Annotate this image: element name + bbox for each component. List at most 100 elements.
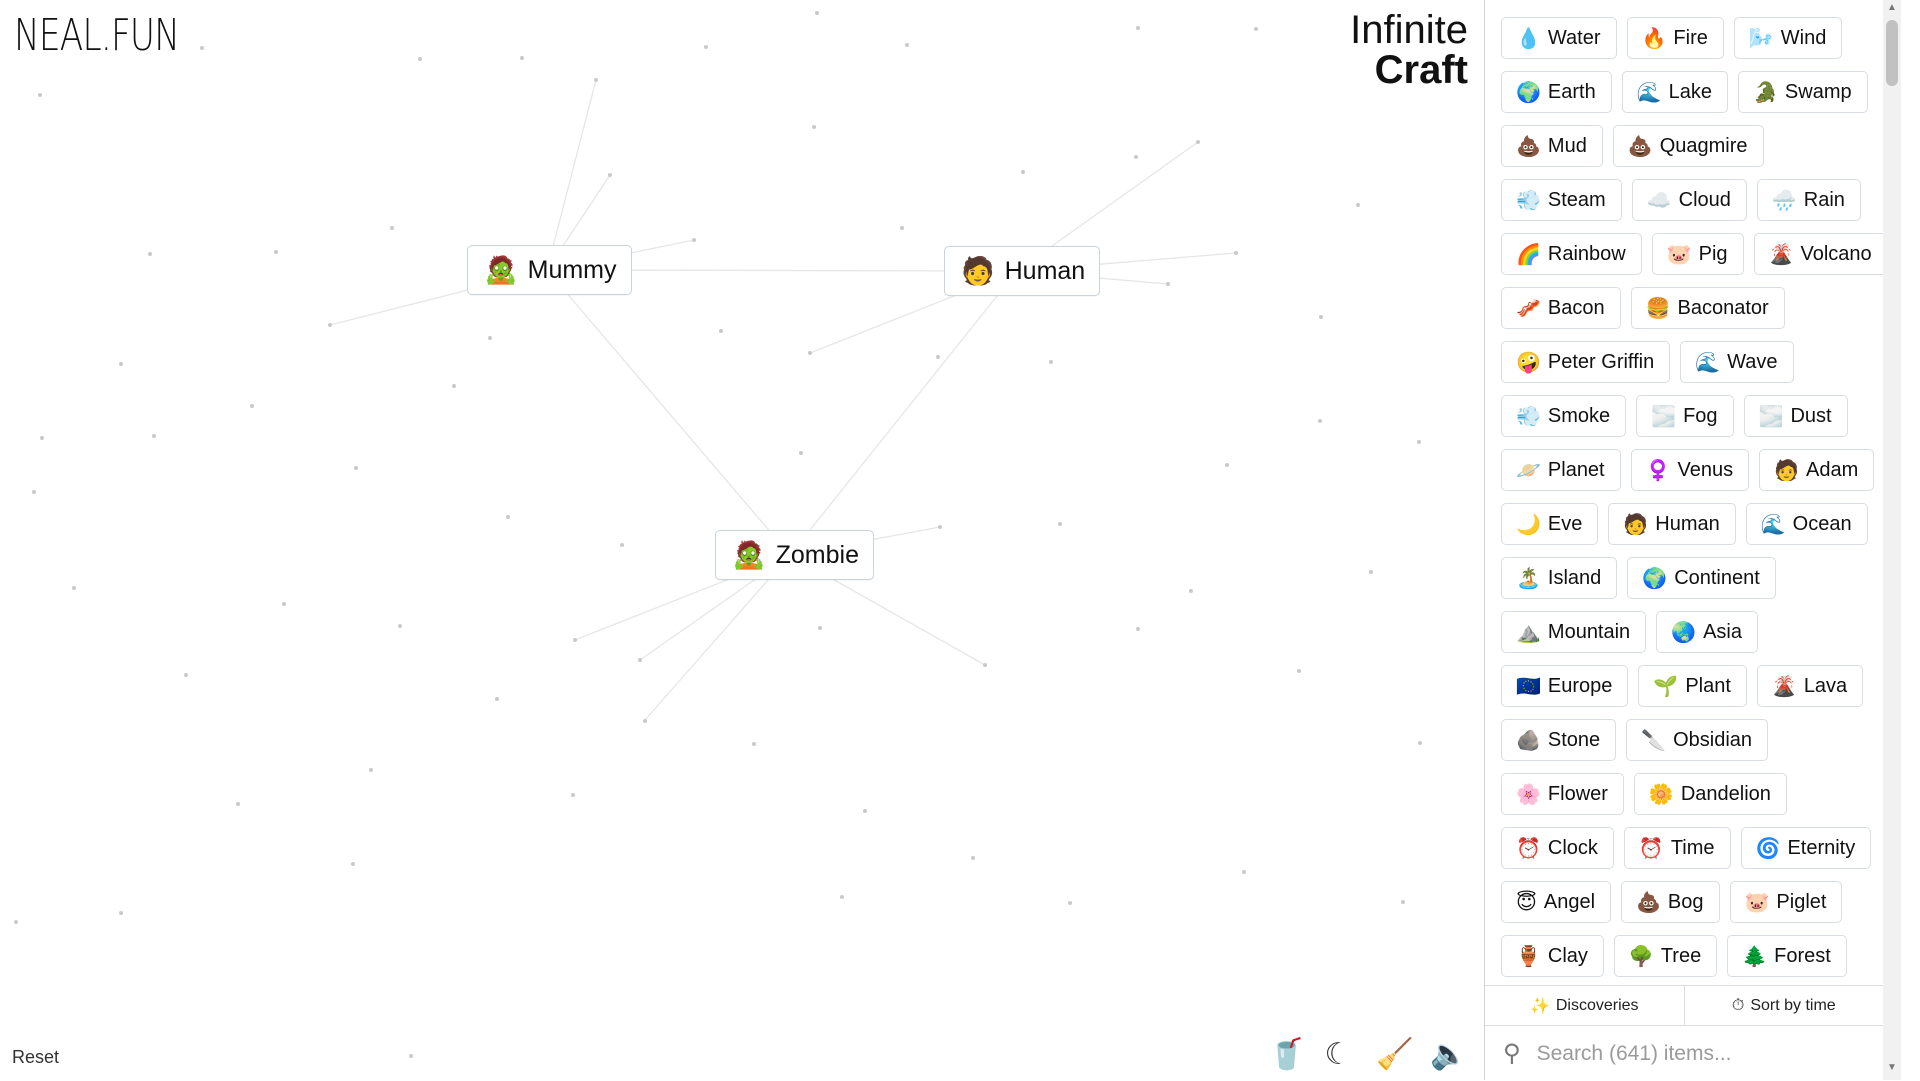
item-emoji-icon: 🌀 bbox=[1755, 837, 1781, 860]
items-sidebar: 💧 Water 🔥 Fire 🌬️ Wind 🌍 Earth 🌊 Lake 🐊 Swamp 💩 Mud 💩 Q… bbox=[1484, 0, 1901, 1080]
item-chip-obsidian[interactable]: 🔪 Obsidian bbox=[1626, 719, 1769, 761]
item-chip-rainbow[interactable]: 🌈 Rainbow bbox=[1501, 233, 1642, 275]
canvas-tile-human[interactable]: 🧑 Human bbox=[944, 246, 1101, 296]
item-chip-plant[interactable]: 🌱 Plant bbox=[1638, 665, 1747, 707]
item-chip-peter-griffin[interactable]: 🤪 Peter Griffin bbox=[1501, 341, 1671, 383]
item-chip-ocean[interactable]: 🌊 Ocean bbox=[1745, 503, 1868, 545]
item-chip-mountain[interactable]: ⛰️ Mountain bbox=[1501, 611, 1647, 653]
item-label: Eve bbox=[1547, 512, 1583, 535]
item-chip-clock[interactable]: ⏰ Clock bbox=[1501, 827, 1614, 869]
item-chip-wave[interactable]: 🌊 Wave bbox=[1680, 341, 1794, 383]
broom-icon[interactable]: 🧹 bbox=[1376, 1037, 1413, 1072]
item-label: Rainbow bbox=[1547, 242, 1626, 265]
craft-canvas[interactable]: NEAL.FUN Infinite Craft 🧟 Mummy 🧑 Human … bbox=[0, 0, 1484, 1080]
item-chip-earth[interactable]: 🌍 Earth bbox=[1501, 71, 1612, 113]
item-emoji-icon: 🌙 bbox=[1516, 513, 1541, 536]
item-chip-island[interactable]: 🏝️ Island bbox=[1501, 557, 1618, 599]
item-chip-eve[interactable]: 🌙 Eve bbox=[1501, 503, 1599, 545]
scroll-up-arrow-icon[interactable]: ▲ bbox=[1883, 2, 1901, 18]
item-chip-water[interactable]: 💧 Water bbox=[1501, 17, 1617, 59]
item-chip-piglet[interactable]: 🐷 Piglet bbox=[1729, 881, 1843, 923]
item-chip-planet[interactable]: 🪐 Planet bbox=[1501, 449, 1621, 491]
item-emoji-icon: 🌏 bbox=[1671, 621, 1697, 644]
item-chip-bog[interactable]: 💩 Bog bbox=[1621, 881, 1720, 923]
item-emoji-icon: 🌫️ bbox=[1758, 405, 1784, 428]
scroll-down-arrow-icon[interactable]: ▼ bbox=[1883, 1062, 1901, 1078]
item-chip-forest[interactable]: 🌲 Forest bbox=[1727, 935, 1847, 977]
item-chip-fog[interactable]: 🌫️ Fog bbox=[1636, 395, 1734, 437]
item-chip-smoke[interactable]: 💨 Smoke bbox=[1501, 395, 1627, 437]
item-chip-lava[interactable]: 🌋 Lava bbox=[1756, 665, 1864, 707]
item-chip-eternity[interactable]: 🌀 Eternity bbox=[1740, 827, 1872, 869]
item-emoji-icon: 🌫️ bbox=[1651, 405, 1677, 428]
timer-icon: ⏱ bbox=[1731, 997, 1745, 1014]
canvas-tile-mummy[interactable]: 🧟 Mummy bbox=[467, 245, 632, 295]
item-chip-asia[interactable]: 🌏 Asia bbox=[1656, 611, 1758, 653]
speaker-icon[interactable]: 🔈 bbox=[1430, 1037, 1467, 1072]
item-chip-mud[interactable]: 💩 Mud bbox=[1501, 125, 1603, 167]
item-chip-steam[interactable]: 💨 Steam bbox=[1501, 179, 1622, 221]
item-chip-cloud[interactable]: ☁️ Cloud bbox=[1631, 179, 1747, 221]
item-label: Dandelion bbox=[1680, 782, 1771, 805]
item-emoji-icon: 🪨 bbox=[1516, 729, 1541, 752]
item-emoji-icon: 🌈 bbox=[1516, 243, 1541, 266]
item-chip-rain[interactable]: 🌧️ Rain bbox=[1756, 179, 1861, 221]
tab-sort-by-time[interactable]: ⏱ Sort by time bbox=[1683, 986, 1884, 1026]
item-chip-lake[interactable]: 🌊 Lake bbox=[1621, 71, 1728, 113]
item-chip-continent[interactable]: 🌍 Continent bbox=[1627, 557, 1776, 599]
canvas-tile-zombie[interactable]: 🧟 Zombie bbox=[715, 530, 874, 580]
item-chip-venus[interactable]: ♀️ Venus bbox=[1630, 449, 1750, 491]
item-emoji-icon: 🌧️ bbox=[1771, 189, 1797, 212]
item-chip-pig[interactable]: 🐷 Pig bbox=[1651, 233, 1744, 275]
item-emoji-icon: 🤪 bbox=[1516, 351, 1541, 374]
item-chip-clay[interactable]: 🏺 Clay bbox=[1501, 935, 1604, 977]
zombie-emoji-icon: 🧟 bbox=[732, 540, 766, 570]
item-chip-stone[interactable]: 🪨 Stone bbox=[1501, 719, 1617, 761]
reset-button[interactable]: Reset bbox=[12, 1047, 59, 1068]
item-emoji-icon: 🧑 bbox=[1623, 513, 1649, 536]
item-label: Forest bbox=[1774, 944, 1831, 967]
item-chip-baconator[interactable]: 🍔 Baconator bbox=[1630, 287, 1785, 329]
item-chip-flower[interactable]: 🌸 Flower bbox=[1501, 773, 1624, 815]
item-chip-europe[interactable]: 🇪🇺 Europe bbox=[1501, 665, 1629, 707]
items-list[interactable]: 💧 Water 🔥 Fire 🌬️ Wind 🌍 Earth 🌊 Lake 🐊 Swamp 💩 Mud 💩 Q… bbox=[1485, 0, 1901, 985]
item-label: Asia bbox=[1703, 620, 1742, 643]
neal-fun-logo[interactable]: NEAL.FUN bbox=[14, 10, 180, 61]
search-input[interactable] bbox=[1534, 1040, 1859, 1067]
item-chip-angel[interactable]: 😇 Angel bbox=[1501, 881, 1612, 923]
item-chip-tree[interactable]: 🌳 Tree bbox=[1613, 935, 1718, 977]
mummy-emoji-icon: 🧟 bbox=[484, 255, 518, 285]
item-label: Lake bbox=[1668, 80, 1712, 103]
cup-icon[interactable]: 🥤 bbox=[1268, 1037, 1305, 1072]
item-chip-human[interactable]: 🧑 Human bbox=[1608, 503, 1736, 545]
item-label: Venus bbox=[1677, 458, 1734, 481]
item-chip-swamp[interactable]: 🐊 Swamp bbox=[1738, 71, 1868, 113]
item-label: Time bbox=[1670, 836, 1715, 859]
item-label: Quagmire bbox=[1659, 134, 1748, 157]
item-label: Continent bbox=[1674, 566, 1760, 589]
item-emoji-icon: 🇪🇺 bbox=[1516, 675, 1541, 698]
item-chip-dust[interactable]: 🌫️ Dust bbox=[1743, 395, 1848, 437]
item-emoji-icon: 😇 bbox=[1516, 891, 1537, 914]
infinite-craft-title: Infinite Craft bbox=[1350, 10, 1468, 90]
item-chip-adam[interactable]: 🧑 Adam bbox=[1759, 449, 1875, 491]
search-bar: ⚲ bbox=[1485, 1025, 1883, 1081]
item-chip-quagmire[interactable]: 💩 Quagmire bbox=[1612, 125, 1764, 167]
item-emoji-icon: 🌊 bbox=[1695, 351, 1721, 374]
moon-icon[interactable]: ☾ bbox=[1322, 1037, 1354, 1072]
tab-discoveries[interactable]: ✨ Discoveries bbox=[1485, 986, 1684, 1026]
item-emoji-icon: 🪐 bbox=[1516, 459, 1541, 482]
item-emoji-icon: ♀️ bbox=[1645, 459, 1671, 482]
item-chip-time[interactable]: ⏰ Time bbox=[1623, 827, 1731, 869]
item-chip-dandelion[interactable]: 🌼 Dandelion bbox=[1633, 773, 1787, 815]
item-label: Wave bbox=[1727, 350, 1778, 373]
scroll-thumb[interactable] bbox=[1886, 20, 1898, 86]
item-label: Adam bbox=[1806, 458, 1859, 481]
item-chip-fire[interactable]: 🔥 Fire bbox=[1626, 17, 1724, 59]
sidebar-scrollbar[interactable]: ▲ ▼ bbox=[1883, 0, 1901, 1080]
item-label: Pig bbox=[1698, 242, 1728, 265]
item-chip-volcano[interactable]: 🌋 Volcano bbox=[1753, 233, 1888, 275]
item-chip-bacon[interactable]: 🥓 Bacon bbox=[1501, 287, 1621, 329]
item-chip-wind[interactable]: 🌬️ Wind bbox=[1733, 17, 1843, 59]
item-label: Eternity bbox=[1787, 836, 1856, 859]
